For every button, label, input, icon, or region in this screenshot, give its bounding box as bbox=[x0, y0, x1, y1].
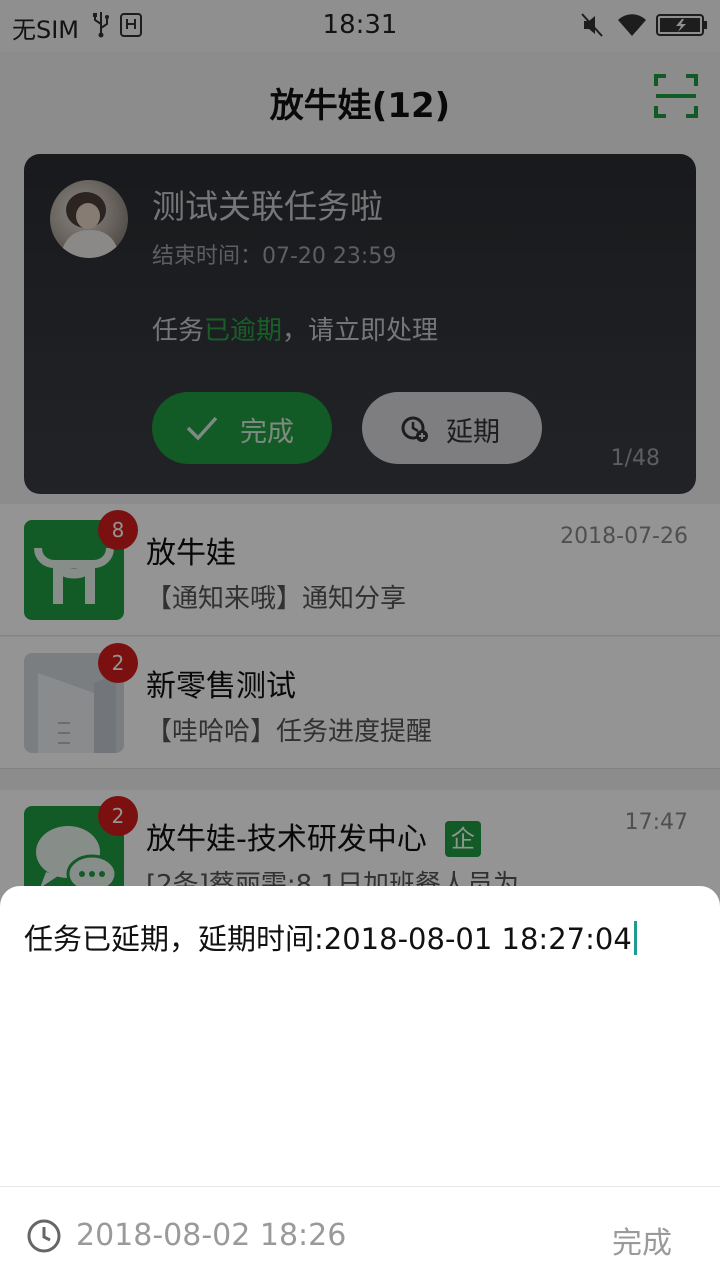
text-cursor bbox=[633, 921, 637, 955]
divider bbox=[0, 1186, 720, 1187]
postpone-bottom-sheet: 任务已延期，延期时间:2018-08-01 18:27:04 2018-08-0… bbox=[0, 886, 720, 1280]
sheet-done-button[interactable]: 完成 bbox=[612, 1218, 672, 1262]
clock-icon[interactable] bbox=[26, 1218, 62, 1254]
postpone-note-text: 任务已延期，延期时间:2018-08-01 18:27:04 bbox=[24, 922, 632, 956]
postpone-note-input[interactable]: 任务已延期，延期时间:2018-08-01 18:27:04 bbox=[24, 916, 637, 958]
postpone-date-picker[interactable]: 2018-08-02 18:26 bbox=[76, 1218, 346, 1253]
